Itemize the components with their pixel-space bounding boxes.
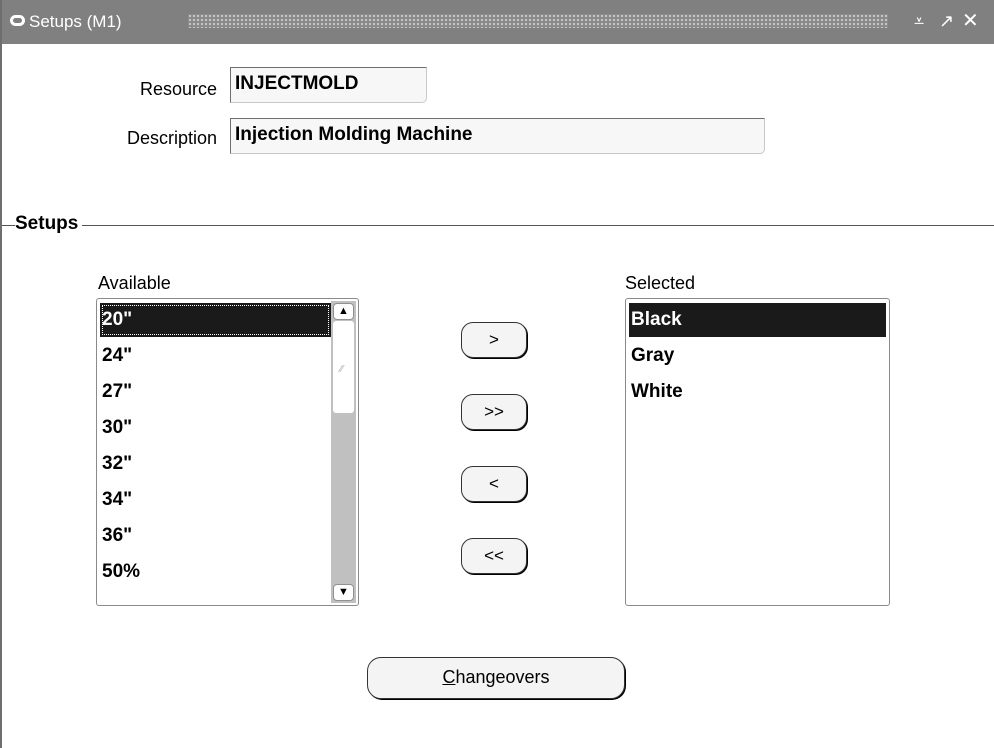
available-item[interactable]: 32" bbox=[100, 447, 331, 481]
selected-item[interactable]: Gray bbox=[629, 339, 886, 373]
available-list[interactable]: 20" 24" 27" 30" 32" 34" 36" 50% ▲ ⁄⁄ ▼ bbox=[96, 298, 359, 606]
window-title: Setups (M1) bbox=[29, 12, 122, 31]
section-title-setups: Setups bbox=[15, 212, 83, 236]
selected-label: Selected bbox=[625, 273, 696, 293]
changeovers-label: hangeovers bbox=[455, 667, 550, 687]
selected-list[interactable]: Black Gray White bbox=[625, 298, 890, 606]
available-item[interactable]: 50% bbox=[100, 555, 331, 589]
section-divider bbox=[2, 225, 994, 226]
available-label: Available bbox=[98, 273, 171, 293]
minimize-icon[interactable]: ⩡ bbox=[914, 10, 924, 32]
selected-item[interactable]: Black bbox=[629, 303, 886, 337]
maximize-icon[interactable]: ↗ bbox=[939, 10, 954, 32]
available-item[interactable]: 27" bbox=[100, 375, 331, 409]
available-scrollbar[interactable]: ▲ ⁄⁄ ▼ bbox=[331, 301, 356, 603]
resource-label: Resource bbox=[139, 79, 217, 99]
changeovers-button[interactable]: Changeovers bbox=[367, 657, 625, 699]
title-bar[interactable]: Setups (M1) ⩡ ↗ ✕ bbox=[2, 0, 994, 44]
move-all-button[interactable]: >> bbox=[461, 394, 527, 430]
remove-all-button[interactable]: << bbox=[461, 538, 527, 574]
available-item[interactable]: 20" bbox=[100, 303, 331, 337]
scroll-up-icon[interactable]: ▲ bbox=[333, 303, 354, 320]
available-item[interactable]: 34" bbox=[100, 483, 331, 517]
description-field[interactable]: Injection Molding Machine bbox=[230, 118, 765, 154]
selected-item[interactable]: White bbox=[629, 375, 886, 409]
setups-window: Setups (M1) ⩡ ↗ ✕ Resource INJECTMOLD De… bbox=[0, 0, 994, 748]
resource-field[interactable]: INJECTMOLD bbox=[230, 67, 427, 103]
window-menu-icon[interactable] bbox=[10, 15, 25, 26]
remove-one-button[interactable]: < bbox=[461, 466, 527, 502]
move-one-button[interactable]: > bbox=[461, 322, 527, 358]
description-label: Description bbox=[126, 128, 217, 148]
scroll-thumb[interactable]: ⁄⁄ bbox=[333, 321, 354, 413]
available-item[interactable]: 24" bbox=[100, 339, 331, 373]
title-bar-texture bbox=[188, 14, 888, 28]
scroll-down-icon[interactable]: ▼ bbox=[333, 584, 354, 601]
grip-icon: ⁄⁄ bbox=[340, 364, 344, 375]
available-item[interactable]: 36" bbox=[100, 519, 331, 553]
changeovers-mnemonic: C bbox=[442, 667, 456, 687]
available-item[interactable]: 30" bbox=[100, 411, 331, 445]
close-icon[interactable]: ✕ bbox=[962, 10, 979, 32]
